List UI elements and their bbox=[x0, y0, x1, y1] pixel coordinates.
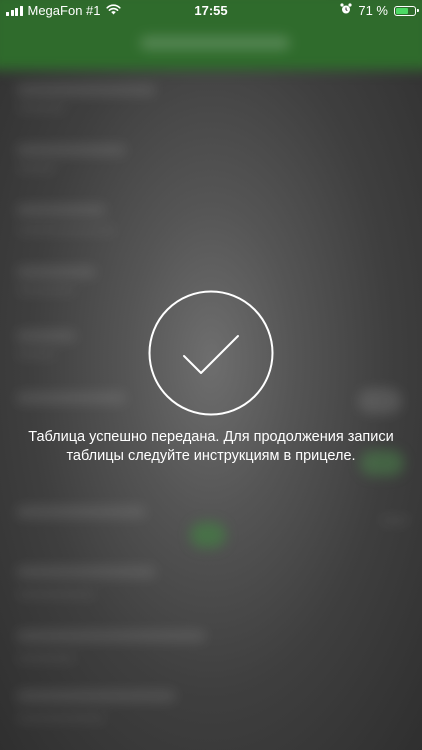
blurred-row-sub bbox=[16, 104, 66, 113]
success-checkmark-icon bbox=[148, 290, 274, 416]
blurred-row-sub bbox=[16, 714, 106, 723]
blurred-row bbox=[16, 690, 176, 702]
blurred-row bbox=[16, 266, 96, 278]
blurred-nav-title bbox=[140, 36, 290, 50]
blurred-row bbox=[16, 84, 156, 96]
blurred-row-sub bbox=[16, 350, 56, 359]
blurred-row-sub bbox=[380, 516, 410, 525]
blurred-row bbox=[16, 144, 126, 156]
app-screen: MegaFon #1 17:55 71 % Таблица успешно пе… bbox=[0, 0, 422, 750]
blurred-row-sub bbox=[16, 286, 76, 295]
battery-percent: 71 % bbox=[358, 3, 388, 18]
success-message: Таблица успешно передана. Для продолжени… bbox=[28, 429, 394, 464]
blurred-row bbox=[16, 204, 106, 216]
blurred-green-control bbox=[190, 522, 226, 548]
blurred-row bbox=[16, 506, 146, 518]
blurred-row-sub bbox=[16, 226, 116, 235]
blurred-toggle bbox=[358, 388, 402, 414]
status-right: 71 % bbox=[340, 3, 419, 18]
blurred-row bbox=[16, 330, 76, 342]
status-bar: MegaFon #1 17:55 71 % bbox=[0, 0, 422, 22]
battery-icon bbox=[394, 5, 419, 16]
blurred-row bbox=[16, 392, 126, 404]
blurred-row-sub bbox=[16, 590, 96, 599]
blurred-row-sub bbox=[16, 164, 56, 173]
blurred-row bbox=[16, 566, 156, 578]
blurred-row-sub bbox=[16, 654, 76, 663]
battery-level-fill bbox=[396, 7, 409, 14]
alarm-clock-icon bbox=[340, 3, 352, 18]
blurred-row bbox=[16, 630, 206, 642]
